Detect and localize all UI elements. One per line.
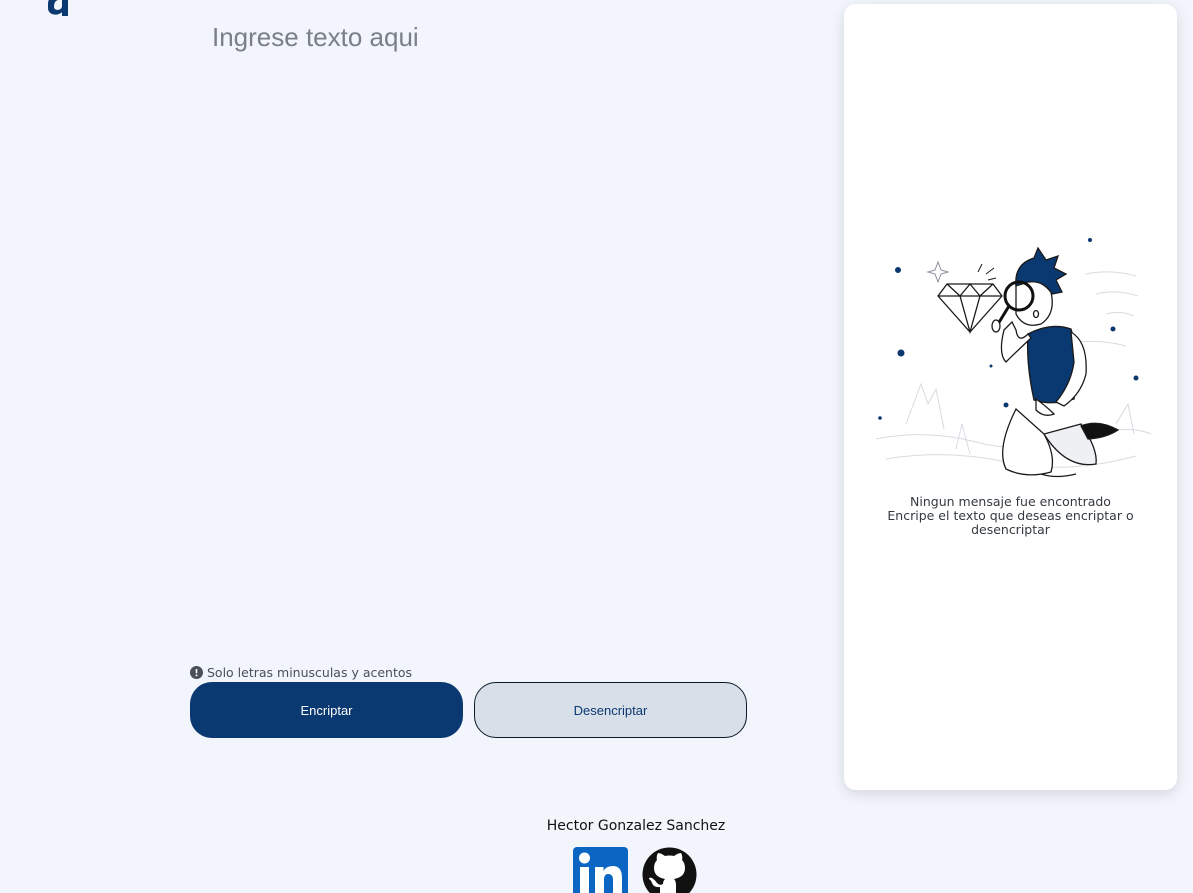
hint-text: Solo letras minusculas y acentos: [207, 665, 413, 680]
decrypt-button[interactable]: Desencriptar: [474, 682, 747, 738]
linkedin-icon[interactable]: [573, 847, 628, 893]
github-icon[interactable]: [642, 847, 697, 893]
message-input[interactable]: [208, 18, 768, 638]
author-name: Hector Gonzalez Sanchez: [546, 818, 726, 834]
alura-logo-icon[interactable]: [44, 0, 78, 18]
result-panel: Ningun mensaje fue encontrado Encripe el…: [844, 4, 1177, 790]
info-circle-icon: [190, 666, 203, 679]
empty-message-subtitle: Encripe el texto que deseas encriptar o …: [887, 508, 1134, 537]
encrypt-button[interactable]: Encriptar: [190, 682, 463, 738]
empty-message-title: Ningun mensaje fue encontrado: [910, 494, 1111, 509]
input-hint: Solo letras minusculas y acentos: [190, 665, 412, 680]
person-with-magnifier-illustration: [875, 238, 1152, 478]
empty-message: Ningun mensaje fue encontrado Encripe el…: [864, 495, 1157, 537]
